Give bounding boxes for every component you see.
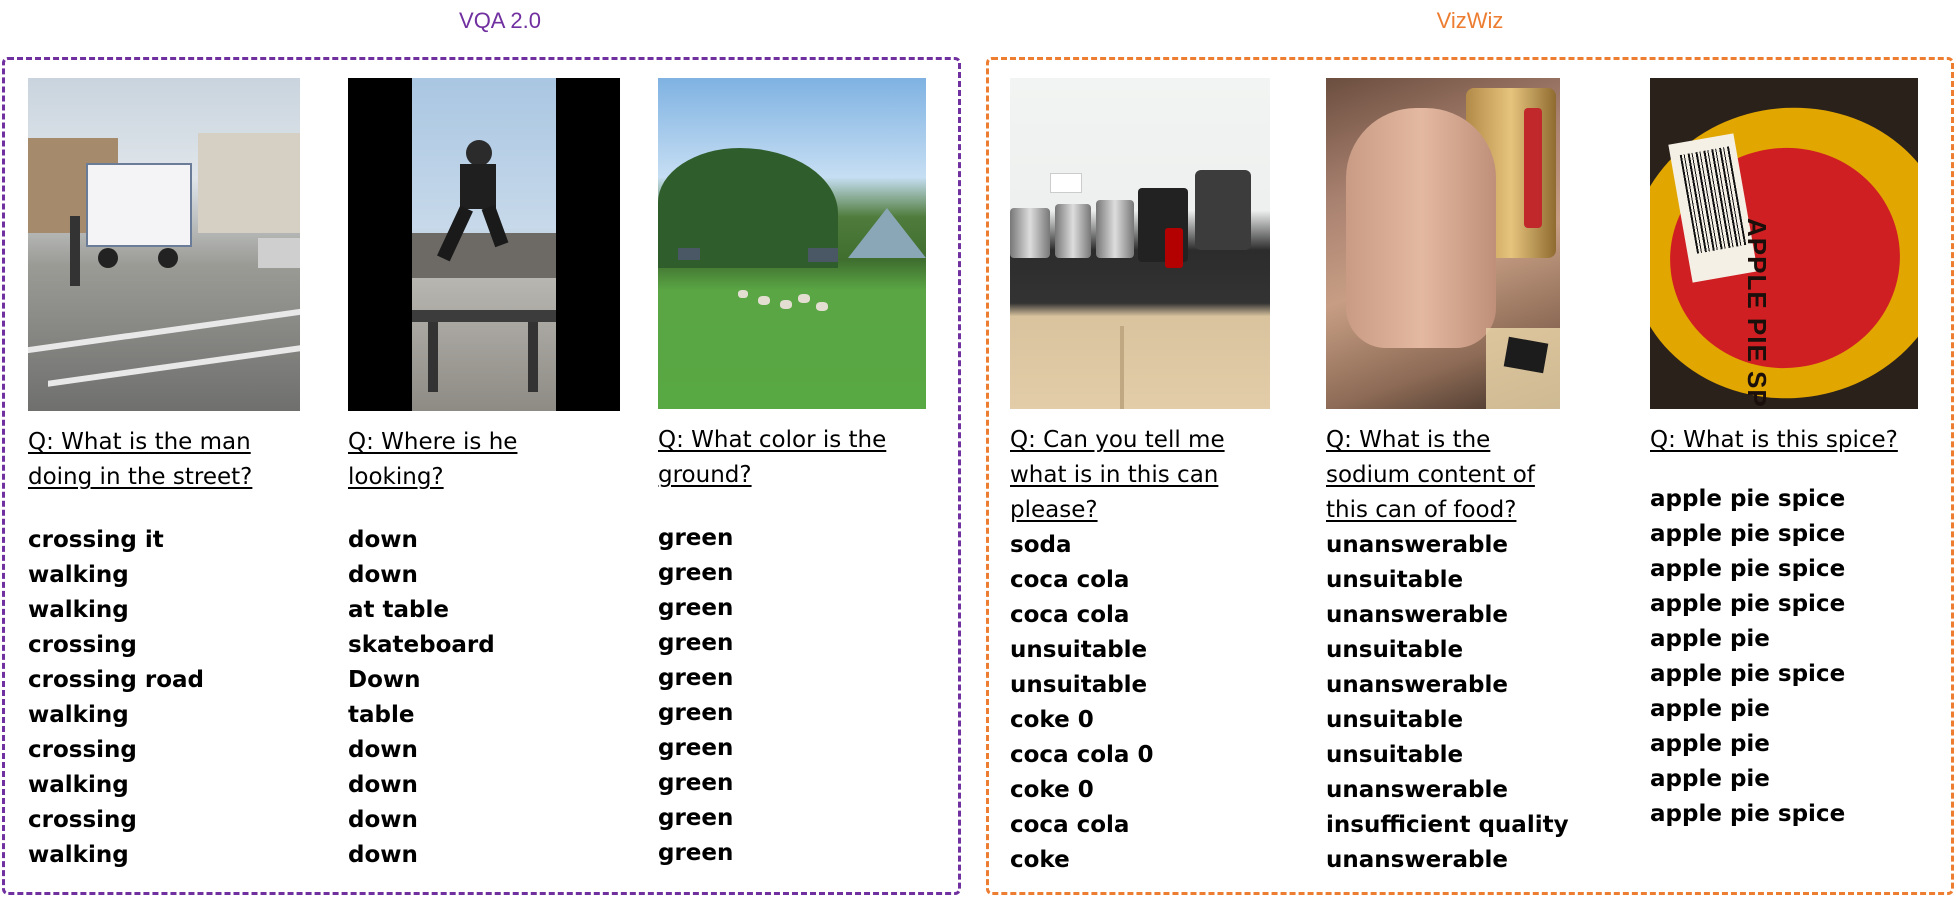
answer-item: unanswerable	[1326, 847, 1508, 873]
answer-item: green	[658, 805, 734, 831]
answer-item: green	[658, 700, 734, 726]
answer-item: apple pie spice	[1650, 591, 1846, 617]
answer-item: table	[348, 702, 415, 728]
answer-item: coca cola	[1010, 602, 1130, 628]
group-title-vqa: VQA 2.0	[459, 8, 541, 33]
answer-item: skateboard	[348, 632, 495, 658]
answer-item: down	[348, 772, 418, 798]
answer-item: apple pie	[1650, 766, 1770, 792]
answer-item: green	[658, 770, 734, 796]
photo-thumb-over-can	[1326, 78, 1560, 409]
answer-list: unanswerable unsuitable unanswerable uns…	[1326, 528, 1569, 878]
photo-sheep-field	[658, 78, 926, 409]
answer-item: at table	[348, 597, 449, 623]
answer-list: crossing it walking walking crossing cro…	[28, 523, 310, 873]
example-panel-5: Q: What is the sodium content of this ca…	[1326, 78, 1569, 878]
answer-item: green	[658, 735, 734, 761]
answer-item: unsuitable	[1010, 672, 1148, 698]
answer-item: unanswerable	[1326, 777, 1508, 803]
example-panel-3: Q: What color is the ground? green green…	[658, 78, 926, 871]
example-panel-6: APPLE PIE SPICE Q: What is this spice? a…	[1650, 78, 1918, 832]
answer-item: unsuitable	[1326, 567, 1464, 593]
answer-item: coca cola	[1010, 812, 1130, 838]
answer-item: apple pie spice	[1650, 486, 1846, 512]
question-text: Q: What is this spice?	[1650, 427, 1898, 453]
answer-item: coca cola 0	[1010, 742, 1154, 768]
answer-item: green	[658, 525, 734, 551]
answer-item: unsuitable	[1010, 637, 1148, 663]
answer-item: green	[658, 840, 734, 866]
answer-item: unanswerable	[1326, 602, 1508, 628]
example-panel-1: Q: What is the man doing in the street? …	[28, 78, 310, 873]
question-text: Q: What color is the ground?	[658, 427, 887, 488]
answer-item: apple pie	[1650, 626, 1770, 652]
example-panel-2: Q: Where is he looking? down down at tab…	[348, 78, 620, 873]
answer-item: unsuitable	[1326, 707, 1464, 733]
answer-item: insufficient quality	[1326, 812, 1569, 838]
answer-item: apple pie spice	[1650, 801, 1846, 827]
answer-item: crossing it	[28, 527, 164, 553]
answer-item: crossing road	[28, 667, 205, 693]
question-text: Q: What is the man doing in the street?	[28, 429, 253, 490]
answer-item: down	[348, 807, 418, 833]
answer-list: green green green green green green gree…	[658, 521, 918, 871]
answer-list: apple pie spice apple pie spice apple pi…	[1650, 482, 1910, 832]
question-text: Q: Can you tell me what is in this can p…	[1010, 427, 1225, 523]
answer-item: Down	[348, 667, 421, 693]
group-title-vizwiz: VizWiz	[1436, 8, 1504, 33]
answer-item: walking	[28, 842, 129, 868]
answer-item: down	[348, 562, 418, 588]
answer-item: green	[658, 595, 734, 621]
spice-label-lettering: APPLE PIE SPICE	[1741, 218, 1772, 409]
answer-item: unanswerable	[1326, 672, 1508, 698]
answer-item: down	[348, 842, 418, 868]
answer-item: crossing	[28, 737, 137, 763]
answer-item: coke 0	[1010, 777, 1094, 803]
answer-item: crossing	[28, 807, 137, 833]
answer-item: crossing	[28, 632, 137, 658]
answer-item: down	[348, 737, 418, 763]
answer-item: unsuitable	[1326, 637, 1464, 663]
photo-street-scene	[28, 78, 300, 411]
answer-item: green	[658, 560, 734, 586]
photo-spice-label: APPLE PIE SPICE	[1650, 78, 1918, 409]
answer-list: down down at table skateboard Down table…	[348, 523, 610, 873]
answer-item: coke	[1010, 847, 1070, 873]
question-text: Q: What is the sodium content of this ca…	[1326, 427, 1535, 523]
answer-item: coca cola	[1010, 567, 1130, 593]
answer-item: walking	[28, 562, 129, 588]
spice-label-text: APPLE PIE SPICE	[1742, 218, 1772, 409]
answer-item: apple pie spice	[1650, 521, 1846, 547]
answer-item: unanswerable	[1326, 532, 1508, 558]
example-panel-4: Q: Can you tell me what is in this can p…	[1010, 78, 1270, 878]
answer-item: coke 0	[1010, 707, 1094, 733]
answer-item: soda	[1010, 532, 1072, 558]
answer-item: unsuitable	[1326, 742, 1464, 768]
answer-list: soda coca cola coca cola unsuitable unsu…	[1010, 528, 1250, 878]
answer-item: green	[658, 630, 734, 656]
answer-item: walking	[28, 772, 129, 798]
answer-item: walking	[28, 702, 129, 728]
question-text: Q: Where is he looking?	[348, 429, 518, 490]
answer-item: walking	[28, 597, 129, 623]
answer-item: green	[658, 665, 734, 691]
photo-kitchen-can	[1010, 78, 1270, 409]
answer-item: apple pie	[1650, 696, 1770, 722]
answer-item: apple pie spice	[1650, 556, 1846, 582]
answer-item: down	[348, 527, 418, 553]
answer-item: apple pie spice	[1650, 661, 1846, 687]
answer-item: apple pie	[1650, 731, 1770, 757]
photo-skateboarder	[348, 78, 620, 411]
